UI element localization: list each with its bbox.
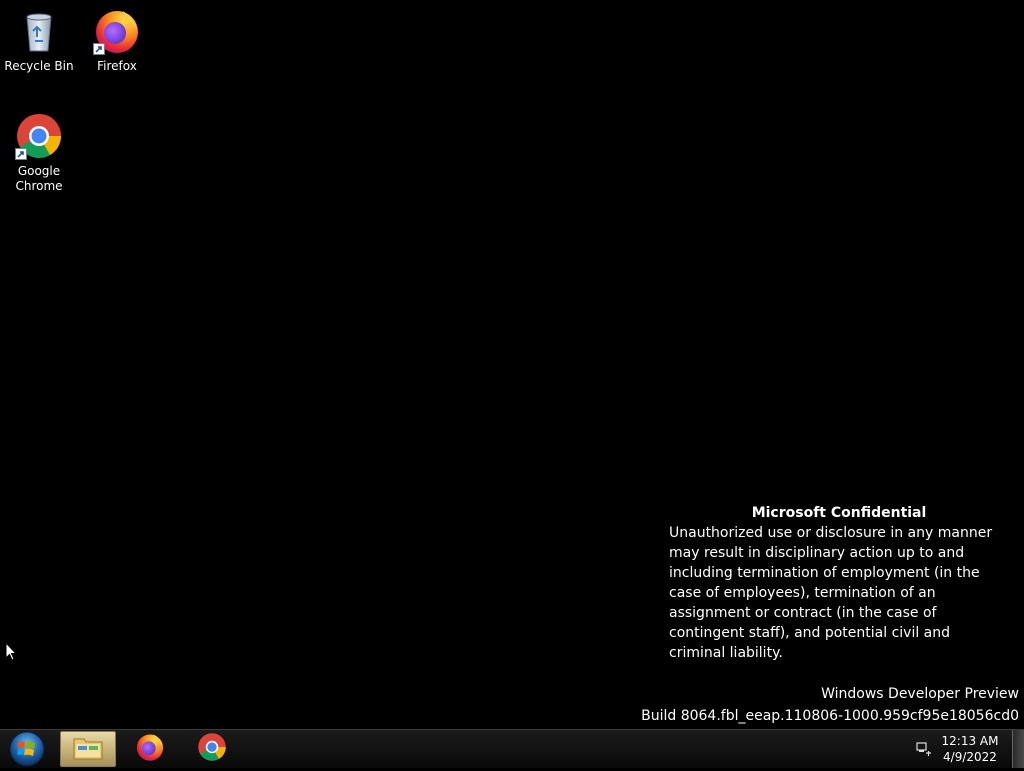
file-explorer-icon [72, 733, 104, 765]
chrome-icon [15, 112, 63, 160]
confidential-body: Unauthorized use or disclosure in any ma… [669, 525, 993, 661]
mouse-cursor-icon [5, 641, 18, 665]
desktop-icon-firefox[interactable]: Firefox [79, 7, 155, 74]
clock-time: 12:13 AM [941, 734, 999, 748]
desktop-icon-label: Google Chrome [15, 164, 63, 193]
desktop-icon-recycle-bin[interactable]: Recycle Bin [1, 7, 77, 74]
system-tray: 12:13 AM 4/9/2022 [884, 730, 1024, 769]
desktop-icon-google-chrome[interactable]: Google Chrome [1, 112, 77, 194]
shortcut-arrow-icon [15, 148, 27, 160]
product-name: Windows Developer Preview [821, 686, 1019, 702]
taskbar-file-explorer[interactable] [60, 731, 116, 767]
windows-logo-icon [9, 731, 45, 767]
firefox-icon [93, 7, 141, 55]
taskbar: 12:13 AM 4/9/2022 [0, 729, 1024, 768]
clock-date: 4/9/2022 [943, 750, 997, 764]
firefox-icon [135, 732, 165, 766]
build-string: Build 8064.fbl_eeap.110806-1000.959cf95e… [641, 708, 1019, 724]
confidential-notice: Microsoft Confidential Unauthorized use … [669, 503, 1009, 663]
desktop-icon-label: Recycle Bin [4, 59, 74, 73]
build-watermark: Windows Developer Preview Build 8064.fbl… [641, 683, 1019, 727]
recycle-bin-icon [15, 7, 63, 55]
start-button[interactable] [6, 731, 48, 767]
shortcut-arrow-icon [93, 43, 105, 55]
system-clock[interactable]: 12:13 AM 4/9/2022 [940, 733, 1000, 765]
confidential-title: Microsoft Confidential [751, 505, 927, 521]
desktop-icon-label: Firefox [97, 59, 137, 73]
taskbar-firefox[interactable] [122, 731, 178, 767]
network-icon[interactable] [916, 741, 932, 757]
chrome-icon [197, 732, 227, 766]
desktop[interactable]: Recycle Bin Firefox Google Chrome Micros… [0, 0, 1024, 729]
taskbar-chrome[interactable] [184, 731, 240, 767]
show-desktop-button[interactable] [1012, 730, 1024, 768]
